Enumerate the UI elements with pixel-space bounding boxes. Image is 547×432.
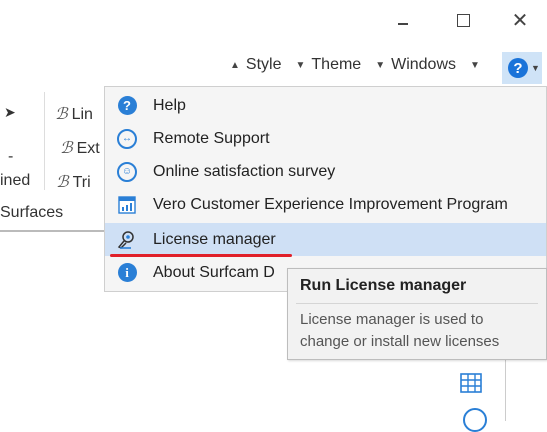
tooltip-body: License manager is used to change or ins… [300,311,500,350]
menu-item-label: Vero Customer Experience Improvement Pro… [153,195,508,213]
ribbon-line-tool[interactable]: ℬ Lin [55,104,93,124]
caret-up-icon: ▲ [230,59,240,71]
line-surface-icon: ℬ [55,106,68,123]
license-manager-tooltip: Run License manager License manager is u… [287,268,547,360]
style-label: Style [245,56,282,73]
ribbon-extrude-tool[interactable]: ℬ Ext [60,138,100,158]
ribbon-divider [44,92,45,190]
help-icon: ? [117,96,137,116]
help-icon: ? [508,58,528,78]
caret-down-icon: ▼ [470,59,480,71]
minimize-icon [398,23,408,25]
minimize-button[interactable] [380,0,426,40]
globe-icon[interactable] [463,408,487,432]
ribbon-trim-tool[interactable]: ℬ Tri [56,172,91,192]
help-button[interactable]: ? ▼ [502,52,542,84]
ribbon-bottom-border [0,230,105,232]
menu-item-label: Remote Support [153,129,270,147]
help-menu-caret[interactable]: ▼ [470,60,486,71]
menu-item-license-manager[interactable]: License manager [105,223,546,256]
license-icon [117,230,137,250]
maximize-icon [456,13,470,27]
caret-down-icon: ▼ [375,59,386,71]
theme-label: Theme [311,56,362,73]
menu-item-label: Help [153,96,186,114]
ribbon-group-surfaces: Surfaces [0,204,64,221]
chart-icon [117,195,137,215]
help-dropdown-menu: ? Help ↔ Remote Support ☺ Online satisfa… [104,86,547,292]
extrude-surface-icon: ℬ [60,140,73,157]
menu-item-label: Online satisfaction survey [153,162,336,180]
ribbon-dash: - [8,148,14,165]
info-icon: i [117,263,137,283]
style-menu[interactable]: ▲ Style [230,56,281,74]
windows-menu[interactable]: ▼ Windows [375,56,456,74]
ribbon-ined-label: ined [0,172,31,189]
theme-menu[interactable]: ▼ Theme [295,56,361,74]
trim-surface-icon: ℬ [56,174,69,191]
remote-support-icon: ↔ [117,128,137,149]
tooltip-divider [296,303,538,304]
menu-item-survey[interactable]: ☺ Online satisfaction survey [105,155,546,188]
grid-view-icon[interactable] [458,370,486,398]
tooltip-title: Run License manager [300,277,467,294]
chevron-down-icon: ▼ [531,63,540,73]
ribbon-arrow-icon: ➤ [4,104,16,120]
menu-item-improvement-program[interactable]: Vero Customer Experience Improvement Pro… [105,188,546,221]
close-icon: ✕ [511,9,529,32]
close-button[interactable]: ✕ [497,0,543,40]
menu-item-help[interactable]: ? Help [105,89,546,122]
menu-item-label: About Surfcam D [153,263,275,281]
quick-access-bar: ▲ Style ▼ Theme ▼ Windows ▼ [230,56,500,74]
menu-item-label: License manager [153,230,276,248]
caret-down-icon: ▼ [295,59,306,71]
windows-label: Windows [391,56,456,73]
menu-item-remote-support[interactable]: ↔ Remote Support [105,122,546,155]
maximize-button[interactable] [440,0,486,40]
survey-smiley-icon: ☺ [117,161,137,182]
red-annotation-underline [110,254,292,257]
